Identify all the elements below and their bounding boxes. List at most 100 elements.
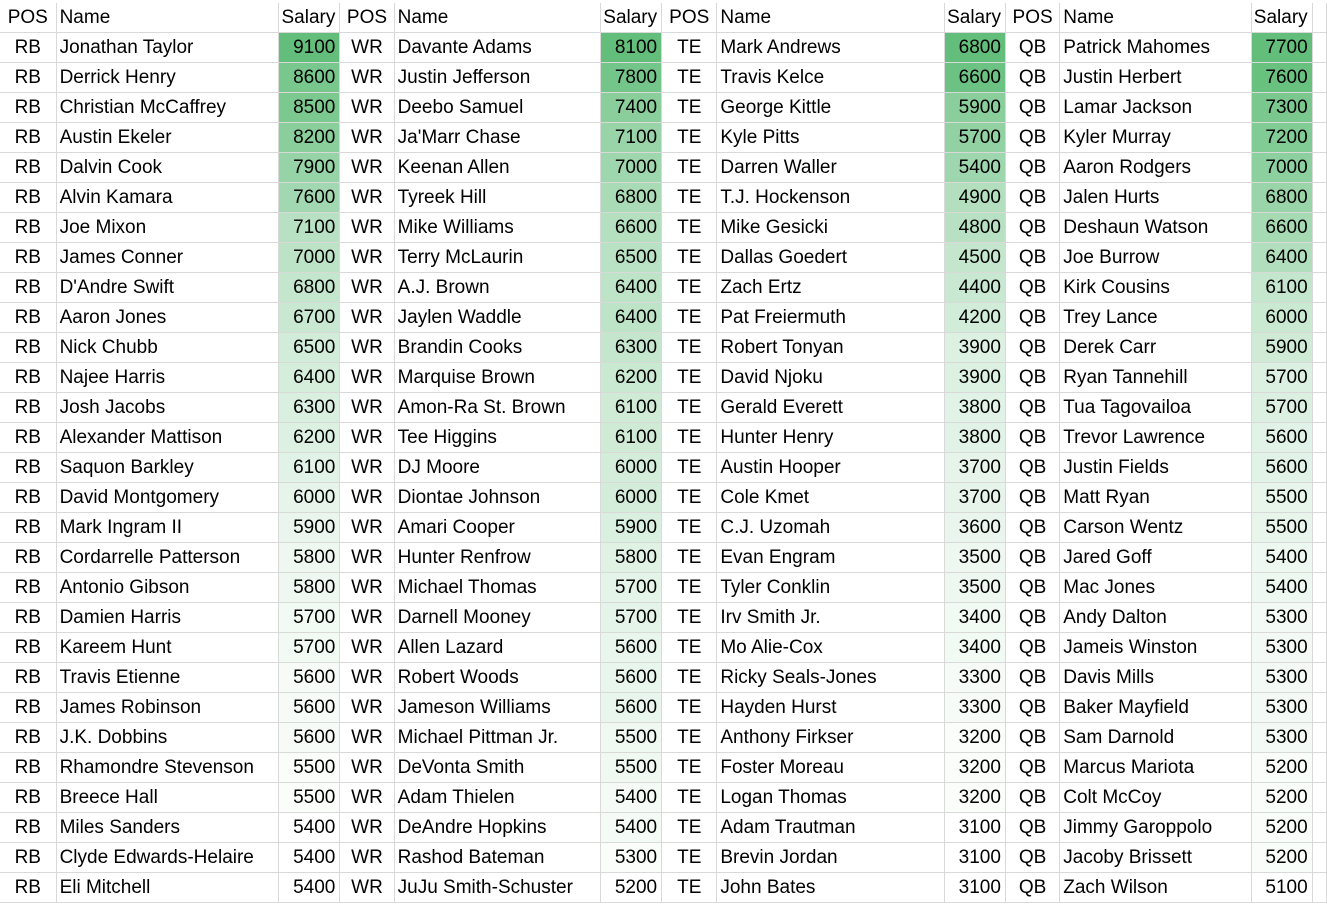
salary-cell[interactable]: 5400 (278, 872, 341, 903)
salary-cell[interactable]: 7300 (1251, 92, 1313, 123)
salary-cell[interactable]: 6400 (600, 272, 663, 303)
empty-cell[interactable] (1312, 152, 1327, 183)
position-cell[interactable]: RB (0, 662, 57, 693)
salary-cell[interactable]: 6800 (944, 32, 1006, 63)
salary-cell[interactable]: 5300 (1251, 722, 1313, 753)
salary-cell[interactable]: 5400 (278, 812, 341, 843)
position-cell[interactable]: TE (661, 92, 718, 123)
player-name-cell[interactable]: Alexander Mattison (56, 422, 280, 453)
player-name-cell[interactable]: Tua Tagovailoa (1059, 392, 1252, 423)
header-cell-salary[interactable]: Salary (278, 3, 341, 33)
position-cell[interactable]: RB (0, 332, 57, 363)
player-name-cell[interactable]: Nick Chubb (56, 332, 280, 363)
position-cell[interactable]: QB (1005, 62, 1061, 93)
player-name-cell[interactable]: Kareem Hunt (56, 632, 280, 663)
salary-cell[interactable]: 5200 (1251, 812, 1313, 843)
player-name-cell[interactable]: Alvin Kamara (56, 182, 280, 213)
salary-cell[interactable]: 6700 (278, 302, 341, 333)
position-cell[interactable]: QB (1005, 692, 1061, 723)
salary-cell[interactable]: 3900 (944, 362, 1006, 393)
position-cell[interactable]: WR (339, 842, 395, 873)
salary-cell[interactable]: 3500 (944, 572, 1006, 603)
position-cell[interactable]: QB (1005, 242, 1061, 273)
salary-cell[interactable]: 7100 (278, 212, 341, 243)
position-cell[interactable]: WR (339, 212, 395, 243)
header-cell-salary[interactable]: Salary (944, 3, 1006, 33)
position-cell[interactable]: TE (661, 872, 718, 903)
salary-cell[interactable]: 6600 (944, 62, 1006, 93)
salary-cell[interactable]: 6000 (1251, 302, 1313, 333)
salary-cell[interactable]: 3700 (944, 452, 1006, 483)
player-name-cell[interactable]: Darnell Mooney (394, 602, 602, 633)
position-cell[interactable]: WR (339, 302, 395, 333)
position-cell[interactable]: TE (661, 632, 718, 663)
empty-cell[interactable] (1312, 752, 1327, 783)
salary-cell[interactable]: 5900 (278, 512, 341, 543)
position-cell[interactable]: RB (0, 872, 57, 903)
salary-cell[interactable]: 5300 (600, 842, 663, 873)
salary-cell[interactable]: 6400 (278, 362, 341, 393)
position-cell[interactable]: TE (661, 782, 718, 813)
salary-cell[interactable]: 6100 (600, 422, 663, 453)
empty-cell[interactable] (1312, 812, 1327, 843)
position-cell[interactable]: TE (661, 452, 718, 483)
player-name-cell[interactable]: D'Andre Swift (56, 272, 280, 303)
player-name-cell[interactable]: Darren Waller (716, 152, 946, 183)
player-name-cell[interactable]: Zach Ertz (716, 272, 946, 303)
player-name-cell[interactable]: Irv Smith Jr. (716, 602, 946, 633)
salary-cell[interactable]: 6300 (278, 392, 341, 423)
position-cell[interactable]: QB (1005, 122, 1061, 153)
position-cell[interactable]: QB (1005, 482, 1061, 513)
player-name-cell[interactable]: David Njoku (716, 362, 946, 393)
player-name-cell[interactable]: Brevin Jordan (716, 842, 946, 873)
player-name-cell[interactable]: Amon-Ra St. Brown (394, 392, 602, 423)
position-cell[interactable]: WR (339, 62, 395, 93)
position-cell[interactable]: RB (0, 842, 57, 873)
player-name-cell[interactable]: Miles Sanders (56, 812, 280, 843)
header-cell-salary[interactable]: Salary (600, 3, 663, 33)
header-cell-salary[interactable]: Salary (1251, 3, 1313, 33)
player-name-cell[interactable]: Amari Cooper (394, 512, 602, 543)
player-name-cell[interactable]: Trey Lance (1059, 302, 1252, 333)
salary-cell[interactable]: 7800 (600, 62, 663, 93)
header-cell-pos[interactable]: POS (339, 3, 395, 33)
salary-cell[interactable]: 5200 (1251, 782, 1313, 813)
player-name-cell[interactable]: David Montgomery (56, 482, 280, 513)
salary-cell[interactable]: 5600 (1251, 422, 1313, 453)
player-name-cell[interactable]: Kirk Cousins (1059, 272, 1252, 303)
salary-cell[interactable]: 4200 (944, 302, 1006, 333)
player-name-cell[interactable]: Mark Andrews (716, 32, 946, 63)
header-cell-name[interactable]: Name (716, 3, 946, 33)
salary-cell[interactable]: 3100 (944, 872, 1006, 903)
position-cell[interactable]: TE (661, 302, 718, 333)
empty-cell[interactable] (1312, 722, 1327, 753)
position-cell[interactable]: QB (1005, 812, 1061, 843)
player-name-cell[interactable]: J.K. Dobbins (56, 722, 280, 753)
position-cell[interactable]: TE (661, 542, 718, 573)
salary-cell[interactable]: 3200 (944, 782, 1006, 813)
player-name-cell[interactable]: Rhamondre Stevenson (56, 752, 280, 783)
salary-cell[interactable]: 5500 (1251, 512, 1313, 543)
empty-cell[interactable] (1312, 782, 1327, 813)
player-name-cell[interactable]: Aaron Jones (56, 302, 280, 333)
player-name-cell[interactable]: Eli Mitchell (56, 872, 280, 903)
position-cell[interactable]: RB (0, 32, 57, 63)
player-name-cell[interactable]: Davis Mills (1059, 662, 1252, 693)
empty-cell[interactable] (1312, 842, 1327, 873)
player-name-cell[interactable]: Jonathan Taylor (56, 32, 280, 63)
empty-cell[interactable] (1312, 452, 1327, 483)
player-name-cell[interactable]: Logan Thomas (716, 782, 946, 813)
salary-cell[interactable]: 6100 (1251, 272, 1313, 303)
player-name-cell[interactable]: Dallas Goedert (716, 242, 946, 273)
position-cell[interactable]: RB (0, 602, 57, 633)
salary-cell[interactable]: 8600 (278, 62, 341, 93)
position-cell[interactable]: RB (0, 782, 57, 813)
position-cell[interactable]: WR (339, 392, 395, 423)
player-name-cell[interactable]: Joe Burrow (1059, 242, 1252, 273)
position-cell[interactable]: TE (661, 602, 718, 633)
salary-cell[interactable]: 3900 (944, 332, 1006, 363)
position-cell[interactable]: QB (1005, 632, 1061, 663)
player-name-cell[interactable]: Christian McCaffrey (56, 92, 280, 123)
position-cell[interactable]: QB (1005, 752, 1061, 783)
position-cell[interactable]: TE (661, 692, 718, 723)
